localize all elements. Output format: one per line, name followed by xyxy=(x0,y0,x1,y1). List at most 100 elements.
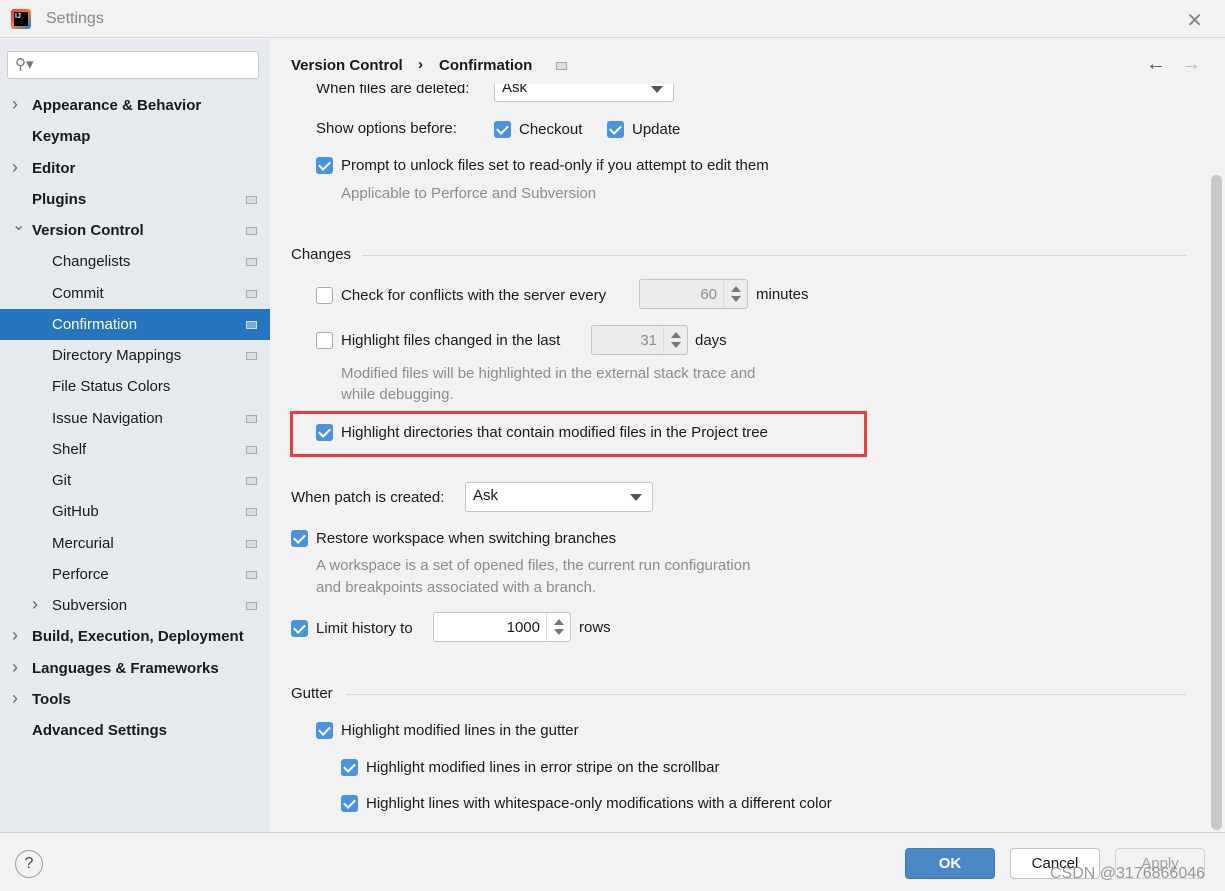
checkout-label[interactable]: Checkout xyxy=(519,121,582,138)
sidebar-item-label: Shelf xyxy=(52,440,87,458)
project-scope-icon xyxy=(246,477,257,485)
back-arrow-icon[interactable]: ← xyxy=(1146,53,1166,76)
chevron-down-icon xyxy=(630,494,642,501)
sidebar-item-git[interactable]: Git xyxy=(0,465,270,496)
patch-dropdown[interactable]: Ask xyxy=(465,482,653,512)
highlight-changed-label[interactable]: Highlight files changed in the last xyxy=(341,332,560,349)
project-scope-icon xyxy=(246,445,257,454)
sidebar-item-subversion[interactable]: › Subversion xyxy=(0,590,270,621)
sidebar-item-shelf[interactable]: Shelf xyxy=(0,434,270,465)
project-scope-icon xyxy=(246,539,257,548)
spinner-arrows-icon[interactable] xyxy=(663,326,687,354)
sidebar-item-plugins[interactable]: Plugins xyxy=(0,184,270,215)
changed-hint: Modified files will be highlighted in th… xyxy=(341,365,756,382)
update-label[interactable]: Update xyxy=(632,121,680,138)
chevron-right-icon[interactable]: › xyxy=(12,683,18,714)
sidebar-item-label: Commit xyxy=(52,284,104,302)
spinner-arrows-icon[interactable] xyxy=(723,280,747,308)
sidebar-item-tools[interactable]: › Tools xyxy=(0,684,270,715)
limit-history-label[interactable]: Limit history to xyxy=(316,620,413,637)
sidebar-item-directory-mappings[interactable]: Directory Mappings xyxy=(0,340,270,371)
changed-hint: while debugging. xyxy=(341,386,454,403)
prompt-unlock-label[interactable]: Prompt to unlock files set to read-only … xyxy=(341,157,769,174)
sidebar-item-appearance-behavior[interactable]: › Appearance & Behavior xyxy=(0,90,270,121)
history-rows-spinner[interactable]: 1000 xyxy=(433,612,571,642)
breadcrumb-separator: › xyxy=(418,56,423,73)
sidebar-item-label: Subversion xyxy=(52,597,128,614)
chevron-down-icon[interactable]: ⌄ xyxy=(12,210,25,241)
sidebar-item-issue-navigation[interactable]: Issue Navigation xyxy=(0,403,270,434)
deleted-label: When files are deleted: xyxy=(316,84,470,97)
chevron-right-icon[interactable]: › xyxy=(12,152,18,183)
sidebar-item-label: Version Control xyxy=(32,222,144,239)
sidebar-item-label: Issue Navigation xyxy=(52,409,163,427)
sidebar-item-label: GitHub xyxy=(52,503,99,521)
divider xyxy=(362,255,1186,256)
forward-arrow-icon[interactable]: → xyxy=(1181,53,1201,76)
ok-button[interactable]: OK xyxy=(905,848,995,879)
sidebar-item-file-status-colors[interactable]: File Status Colors xyxy=(0,371,270,402)
sidebar-item-build-execution-deployment[interactable]: › Build, Execution, Deployment xyxy=(0,621,270,652)
search-input[interactable]: ⚲▾ xyxy=(7,51,259,79)
sidebar-item-label: Build, Execution, Deployment xyxy=(32,628,244,646)
deleted-dropdown[interactable]: Ask xyxy=(494,84,674,102)
check-conflicts-label[interactable]: Check for conflicts with the server ever… xyxy=(341,287,606,304)
scrollbar[interactable] xyxy=(1211,175,1222,830)
sidebar-item-github[interactable]: GitHub xyxy=(0,496,270,527)
window-title: Settings xyxy=(46,10,104,27)
sidebar-item-languages-frameworks[interactable]: › Languages & Frameworks xyxy=(0,653,270,684)
breadcrumb-current: Confirmation xyxy=(439,57,533,74)
sidebar-item-label: Languages & Frameworks xyxy=(32,659,219,677)
changed-days-value: 31 xyxy=(640,332,657,349)
chevron-down-icon xyxy=(651,86,663,93)
changed-days-spinner[interactable]: 31 xyxy=(591,325,688,355)
changes-section-header: Changes xyxy=(291,246,352,263)
highlight-dirs-checkbox[interactable] xyxy=(316,424,333,441)
gutter-stripe-checkbox[interactable] xyxy=(341,759,358,776)
divider xyxy=(346,694,1186,695)
sidebar-item-version-control[interactable]: ⌄ Version Control xyxy=(0,215,270,246)
gutter-whitespace-checkbox[interactable] xyxy=(341,795,358,812)
breadcrumb-parent[interactable]: Version Control xyxy=(291,57,403,74)
close-icon[interactable]: ✕ xyxy=(1186,8,1203,33)
gutter-lines-checkbox[interactable] xyxy=(316,722,333,739)
prompt-unlock-checkbox[interactable] xyxy=(316,157,333,174)
show-options-label: Show options before: xyxy=(316,120,457,137)
highlight-dirs-label[interactable]: Highlight directories that contain modif… xyxy=(341,424,768,441)
sidebar-item-perforce[interactable]: Perforce xyxy=(0,559,270,590)
sidebar-item-label: File Status Colors xyxy=(52,378,171,396)
help-button[interactable]: ? xyxy=(15,850,43,878)
sidebar-item-label: Git xyxy=(52,472,72,489)
minutes-label: minutes xyxy=(756,286,809,303)
check-conflicts-checkbox[interactable] xyxy=(316,287,333,304)
patch-label: When patch is created: xyxy=(291,489,445,506)
sidebar-item-editor[interactable]: › Editor xyxy=(0,153,270,184)
project-scope-icon xyxy=(246,508,257,517)
sidebar-item-changelists[interactable]: Changelists xyxy=(0,246,270,277)
sidebar-item-advanced-settings[interactable]: Advanced Settings xyxy=(0,715,270,746)
conflicts-interval-spinner[interactable]: 60 xyxy=(639,279,748,309)
sidebar-item-label: Tools xyxy=(32,690,71,708)
sidebar-item-mercurial[interactable]: Mercurial xyxy=(0,528,270,559)
sidebar-item-keymap[interactable]: Keymap xyxy=(0,121,270,152)
limit-history-checkbox[interactable] xyxy=(291,620,308,637)
restore-workspace-label[interactable]: Restore workspace when switching branche… xyxy=(316,530,616,547)
sidebar-item-commit[interactable]: Commit xyxy=(0,278,270,309)
update-checkbox[interactable] xyxy=(607,121,624,138)
chevron-right-icon[interactable]: › xyxy=(12,620,18,651)
gutter-whitespace-label[interactable]: Highlight lines with whitespace-only mod… xyxy=(366,795,832,812)
settings-panel: Version Control › Confirmation ← → When … xyxy=(270,39,1225,832)
sidebar-item-confirmation[interactable]: Confirmation xyxy=(0,308,270,340)
chevron-right-icon[interactable]: › xyxy=(12,89,18,120)
chevron-right-icon[interactable]: › xyxy=(12,652,18,683)
highlight-changed-checkbox[interactable] xyxy=(316,332,333,349)
title-bar: IJ Settings ✕ xyxy=(0,0,1225,38)
gutter-stripe-label[interactable]: Highlight modified lines in error stripe… xyxy=(366,759,720,776)
deleted-value: Ask xyxy=(502,84,528,96)
gutter-lines-label[interactable]: Highlight modified lines in the gutter xyxy=(341,722,579,739)
restore-workspace-checkbox[interactable] xyxy=(291,530,308,547)
spinner-arrows-icon[interactable] xyxy=(546,613,570,641)
checkout-checkbox[interactable] xyxy=(494,121,511,138)
prompt-unlock-hint: Applicable to Perforce and Subversion xyxy=(341,185,597,202)
chevron-right-icon[interactable]: › xyxy=(32,589,38,620)
